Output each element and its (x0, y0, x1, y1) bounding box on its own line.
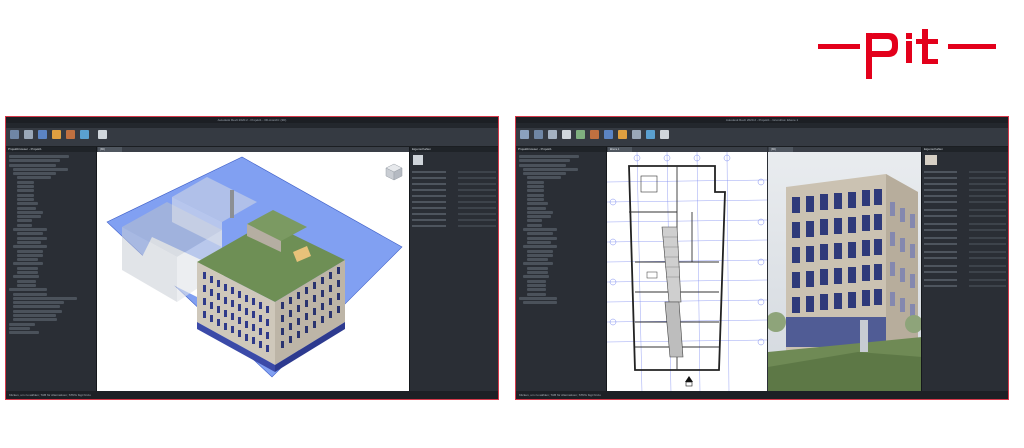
property-row[interactable] (412, 171, 496, 174)
revit-window-3d: Autodesk Revit 2020.2 - Projekt1 - 3D-An… (5, 116, 499, 400)
property-row[interactable] (924, 285, 1006, 288)
properties-title: Eigenschaften (410, 147, 498, 152)
tool-icon[interactable] (604, 130, 613, 139)
floor-plan-drawing (607, 152, 767, 391)
property-row[interactable] (924, 265, 1006, 268)
properties-title: Eigenschaften (922, 147, 1008, 152)
viewport-floorplan[interactable]: Ebene 1 (607, 147, 767, 391)
property-row[interactable] (924, 229, 1006, 232)
tool-icon[interactable] (632, 130, 641, 139)
project-browser: Projektbrowser - Projekt1 (516, 147, 607, 391)
property-row[interactable] (412, 201, 496, 204)
property-row[interactable] (412, 219, 496, 222)
project-browser: Projektbrowser - Projekt1 (6, 147, 97, 391)
viewport-3d[interactable]: {3D} (97, 147, 409, 391)
property-row[interactable] (924, 195, 1006, 198)
tool-icon[interactable] (590, 130, 599, 139)
property-row[interactable] (412, 207, 496, 210)
property-row[interactable] (924, 189, 1006, 192)
property-row[interactable] (924, 251, 1006, 254)
tool-icon[interactable] (576, 130, 585, 139)
property-row[interactable] (924, 237, 1006, 240)
property-row[interactable] (412, 183, 496, 186)
type-preview-icon (925, 155, 937, 165)
property-row[interactable] (924, 201, 1006, 204)
status-bar: Klicken, um zu wählen; TAB für Alternati… (6, 391, 498, 399)
property-row[interactable] (924, 215, 1006, 218)
property-row[interactable] (924, 223, 1006, 226)
property-row[interactable] (924, 257, 1006, 260)
tool-icon[interactable] (52, 130, 61, 139)
viewport-render[interactable]: {3D} (768, 147, 922, 391)
ribbon-panel (6, 128, 498, 147)
project-browser-title: Projektbrowser - Projekt1 (516, 147, 606, 152)
revit-window-plan: Autodesk Revit 2020.2 - Projekt1 - Grund… (515, 116, 1009, 400)
tool-icon[interactable] (80, 130, 89, 139)
property-row[interactable] (924, 279, 1006, 282)
viewcube-icon[interactable] (385, 163, 403, 181)
tool-icon[interactable] (66, 130, 75, 139)
project-browser-title: Projektbrowser - Projekt1 (6, 147, 96, 152)
tool-icon[interactable] (646, 130, 655, 139)
property-row[interactable] (412, 213, 496, 216)
tool-icon[interactable] (24, 130, 33, 139)
properties-panel: Eigenschaften (409, 147, 498, 391)
tool-icon[interactable] (98, 130, 107, 139)
property-row[interactable] (412, 195, 496, 198)
property-row[interactable] (924, 209, 1006, 212)
browser-tree[interactable] (519, 155, 604, 389)
properties-panel: Eigenschaften (921, 147, 1008, 391)
tool-icon[interactable] (618, 130, 627, 139)
tool-icon[interactable] (520, 130, 529, 139)
building-3d-model (106, 156, 403, 378)
tool-icon[interactable] (548, 130, 557, 139)
property-row[interactable] (924, 171, 1006, 174)
tool-icon[interactable] (562, 130, 571, 139)
tool-icon[interactable] (534, 130, 543, 139)
property-row[interactable] (924, 243, 1006, 246)
tool-icon[interactable] (10, 130, 19, 139)
pit-logo: pit (818, 27, 996, 79)
rendered-building (768, 152, 922, 391)
tool-icon[interactable] (38, 130, 47, 139)
property-row[interactable] (412, 189, 496, 192)
property-row[interactable] (924, 271, 1006, 274)
property-row[interactable] (924, 183, 1006, 186)
browser-tree[interactable] (9, 155, 94, 389)
type-icon (413, 155, 423, 165)
status-bar: Klicken, um zu wählen; TAB für Alternati… (516, 391, 1008, 399)
ribbon-panel (516, 128, 1008, 147)
property-row[interactable] (924, 177, 1006, 180)
property-row[interactable] (412, 225, 496, 228)
tool-icon[interactable] (660, 130, 669, 139)
property-row[interactable] (412, 177, 496, 180)
